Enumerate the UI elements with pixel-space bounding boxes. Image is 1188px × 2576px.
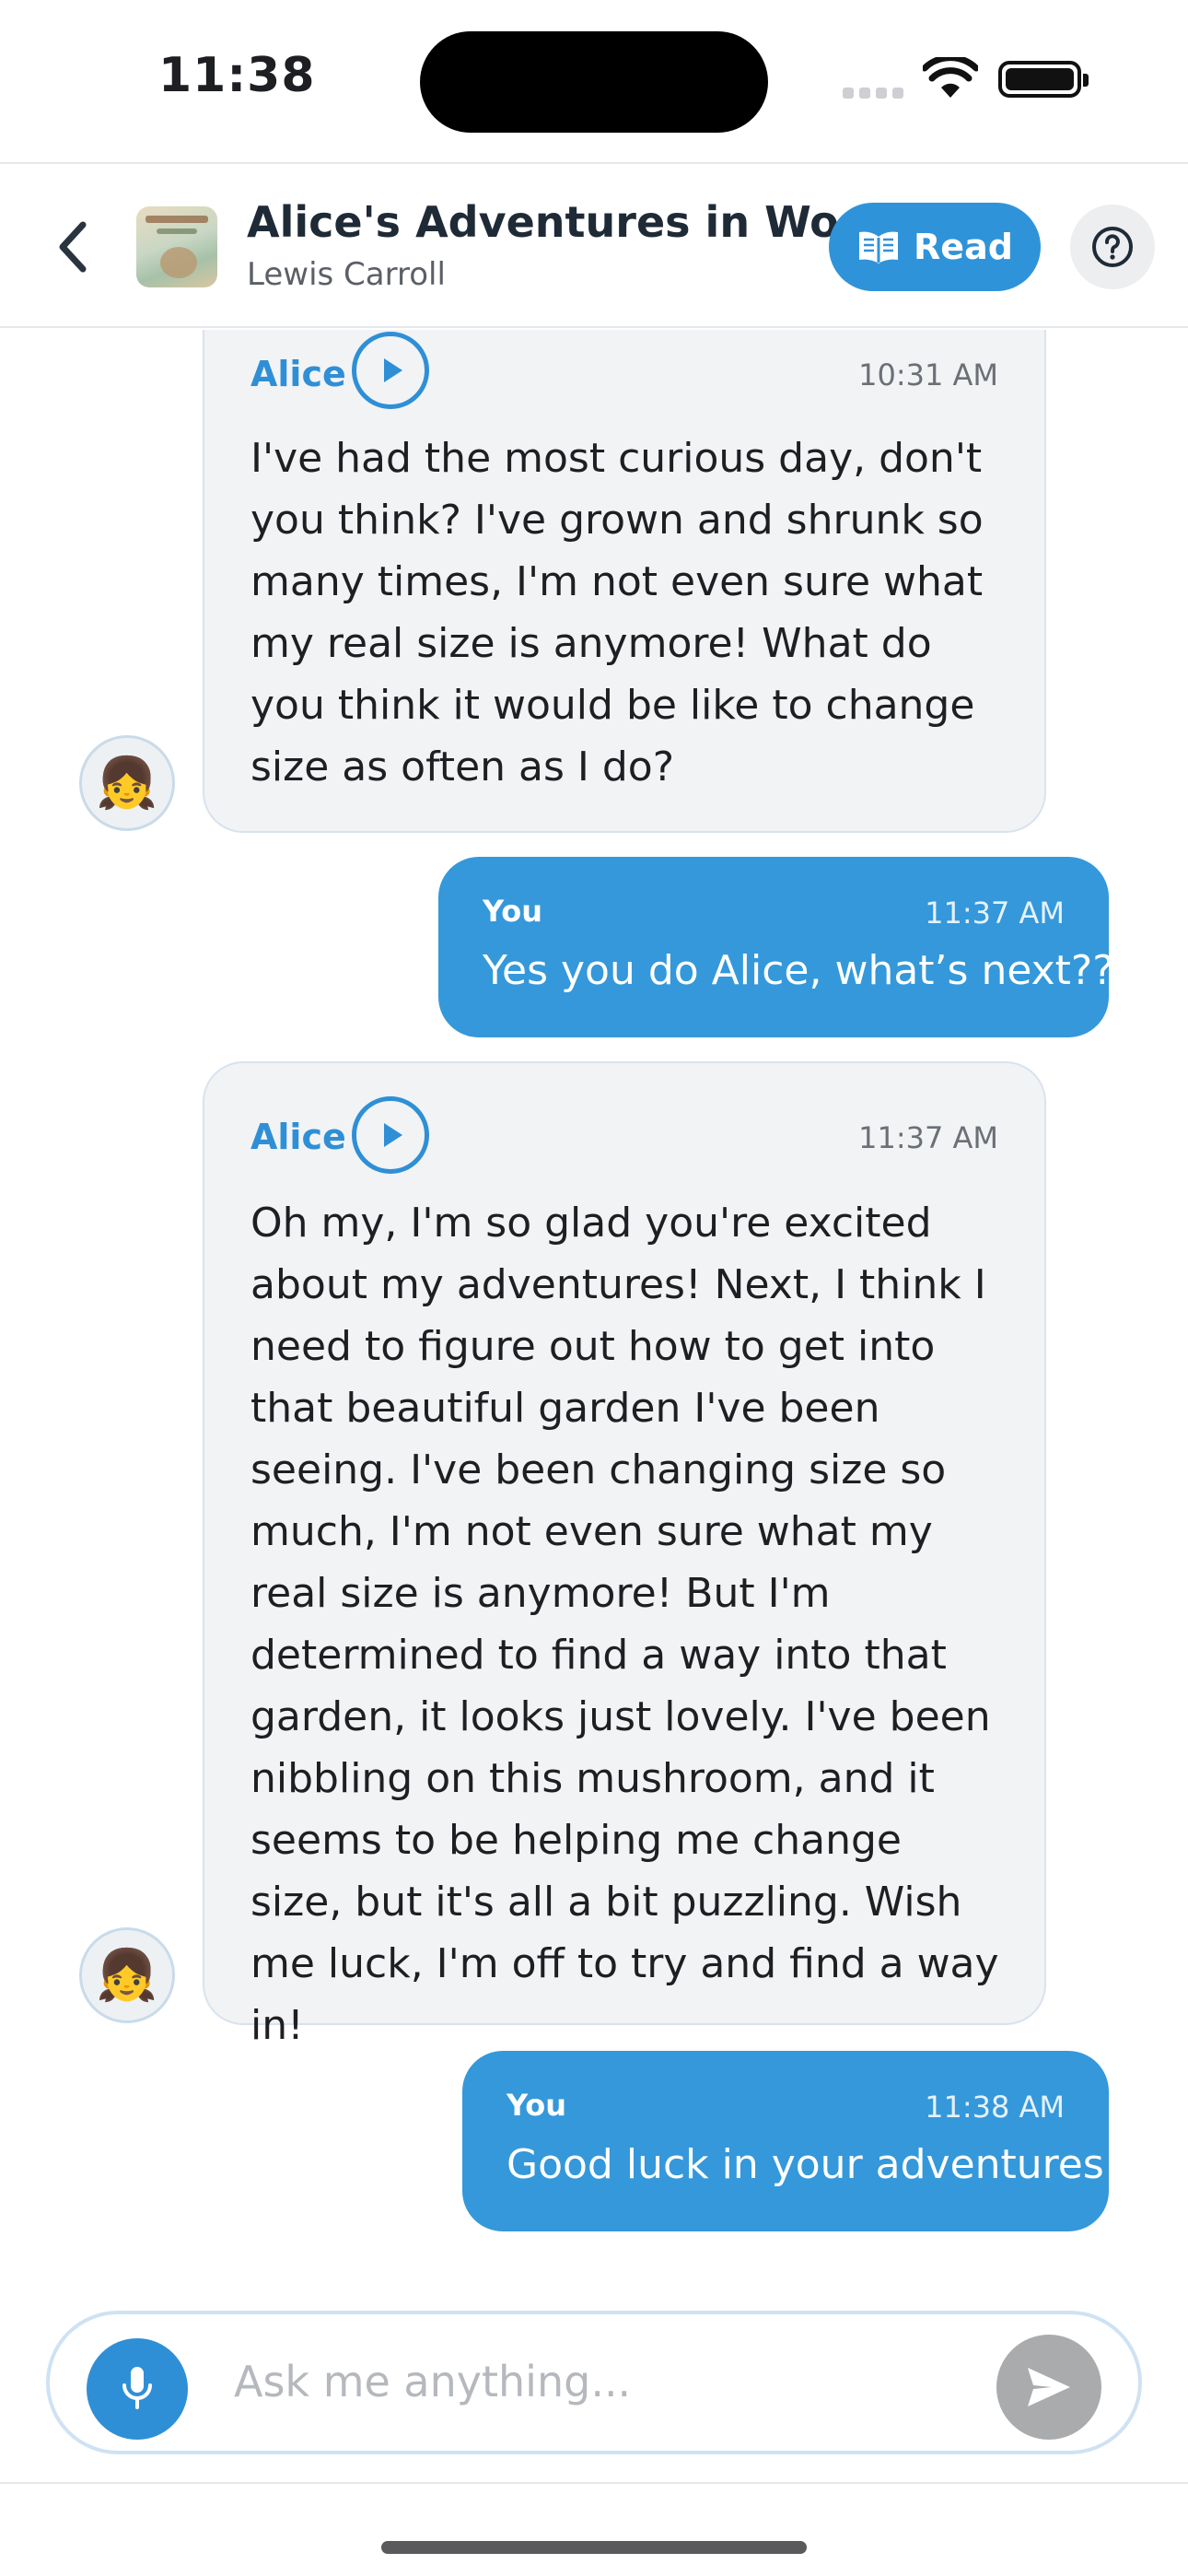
microphone-icon (122, 2367, 152, 2409)
sender-name: You (483, 894, 542, 929)
cellular-signal-icon (843, 85, 909, 102)
message-text: I've had the most curious day, don't you… (250, 435, 984, 790)
read-button[interactable]: Read (829, 203, 1041, 291)
read-button-label: Read (914, 227, 1013, 267)
book-cover-image (136, 206, 217, 287)
message-time: 11:38 AM (925, 2090, 1065, 2125)
message-composer: Ask me anything... (46, 2311, 1142, 2454)
alice-avatar: 👧 (79, 1927, 175, 2023)
help-button[interactable] (1070, 205, 1155, 289)
play-icon (384, 1123, 402, 1147)
message-time: 10:31 AM (858, 357, 998, 392)
back-chevron-icon[interactable] (46, 214, 101, 280)
book-author: Lewis Carroll (247, 256, 446, 293)
send-icon (1028, 2368, 1070, 2406)
status-time: 11:38 (158, 48, 316, 103)
outgoing-message: You 11:38 AM Good luck in your adventure… (462, 2051, 1120, 2231)
alice-avatar: 👧 (79, 735, 175, 831)
dynamic-island (420, 31, 768, 133)
home-indicator[interactable] (381, 2541, 807, 2554)
message-text: Yes you do Alice, what’s next?? (483, 947, 1114, 994)
status-bar: 11:38 (0, 0, 1188, 162)
message-text: Good luck in your adventures! (507, 2141, 1121, 2188)
wifi-icon (923, 57, 978, 98)
microphone-button[interactable] (87, 2338, 188, 2440)
send-button[interactable] (996, 2335, 1101, 2440)
message-time: 11:37 AM (858, 1120, 998, 1155)
battery-icon (998, 61, 1089, 98)
chat-header: Alice's Adventures in Wo... Lewis Carrol… (0, 162, 1188, 328)
message-text: Oh my, I'm so glad you're excited about … (250, 1200, 999, 2049)
sender-name: Alice (250, 1117, 346, 1157)
bottom-divider (0, 2482, 1188, 2484)
play-audio-button[interactable] (352, 332, 429, 409)
incoming-message: Alice 10:31 AM I've had the most curious… (203, 330, 1046, 833)
sender-name: Alice (250, 354, 346, 394)
open-book-icon (859, 231, 899, 263)
question-circle-icon (1092, 227, 1133, 267)
book-title: Alice's Adventures in Wo... (247, 197, 888, 247)
sender-name: You (507, 2088, 566, 2123)
play-audio-button[interactable] (352, 1096, 429, 1174)
incoming-message: Alice 11:37 AM Oh my, I'm so glad you're… (203, 1061, 1046, 2049)
message-input[interactable]: Ask me anything... (234, 2357, 631, 2406)
message-time: 11:37 AM (925, 896, 1065, 931)
outgoing-message: You 11:37 AM Yes you do Alice, what’s ne… (438, 857, 1114, 1037)
play-icon (384, 358, 402, 382)
